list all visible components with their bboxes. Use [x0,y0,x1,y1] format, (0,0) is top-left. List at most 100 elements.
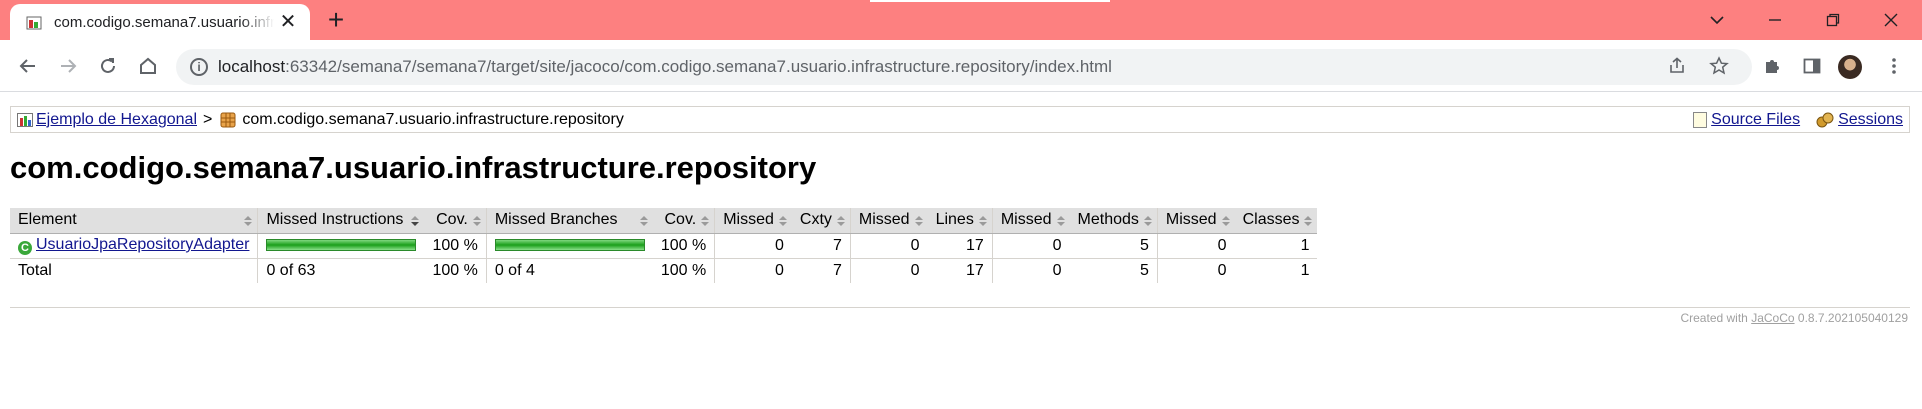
branches-bar-cell [485,233,653,259]
sort-icon [1304,216,1313,227]
extensions-puzzle-icon[interactable] [1758,52,1786,80]
header-lines[interactable]: Lines [927,208,993,234]
total-missed-cxty: 0 [714,257,792,283]
header-cxty[interactable]: Cxty [791,208,851,234]
sessions-icon [1816,112,1834,128]
missed-classes-cell: 0 [1156,233,1235,259]
report-icon [17,112,33,127]
jacoco-link[interactable]: JaCoCo [1751,311,1794,325]
branches-coverage-bar [494,239,645,252]
sort-icon [1221,216,1230,227]
bookmark-star-icon[interactable] [1708,56,1730,78]
header-missed-methods[interactable]: Missed [991,208,1070,234]
total-missed-classes: 0 [1156,257,1235,283]
total-branch-cov: 100 % [652,257,715,283]
total-classes: 1 [1234,257,1318,283]
cxty-cell: 7 [791,233,851,259]
sort-icon [1143,216,1152,227]
breadcrumb-report-link[interactable]: Ejemplo de Hexagonal [36,111,197,129]
header-missed-lines[interactable]: Missed [849,208,928,234]
site-info-icon[interactable]: i [190,58,208,76]
footer-prefix: Created with [1680,311,1748,325]
sort-icon [1056,216,1065,227]
header-branch-cov[interactable]: Cov. [652,208,715,234]
browser-toolbar: i localhost:63342/semana7/semana7/target… [0,40,1922,92]
lines-cell: 17 [927,233,993,259]
classes-cell: 1 [1234,233,1318,259]
profile-avatar[interactable] [1838,55,1862,79]
header-missed-instructions[interactable]: Missed Instructions [257,208,425,234]
element-cell: C UsuarioJpaRepositoryAdapter [10,233,258,259]
total-lines: 17 [927,257,993,283]
breadcrumb-package: com.codigo.semana7.usuario.infrastructur… [242,110,624,128]
top-strip [870,0,1110,2]
branch-cov-cell: 100 % [652,233,715,259]
total-row: Total 0 of 63 100 % 0 of 4 100 % 0 7 0 1… [10,257,1318,283]
class-link[interactable]: UsuarioJpaRepositoryAdapter [36,236,249,253]
total-cxty: 7 [791,257,851,283]
missed-methods-cell: 0 [991,233,1070,259]
breadcrumb: Ejemplo de Hexagonal > com.codigo.semana… [10,106,1910,133]
tab-search-chevron-down-icon[interactable] [1702,6,1732,34]
sessions-link[interactable]: Sessions [1838,111,1903,129]
total-label: Total [10,257,258,283]
header-missed-branches[interactable]: Missed Branches [485,208,653,234]
total-instr-cov: 100 % [424,257,487,283]
jacoco-favicon-icon [26,14,42,30]
footer-divider [10,307,1910,308]
minimize-icon[interactable] [1760,6,1790,34]
close-window-icon[interactable] [1876,6,1906,34]
back-arrow-icon[interactable] [14,52,42,80]
browser-tab[interactable]: com.codigo.semana7.usuario.infrastructur… [10,4,310,40]
source-files-link[interactable]: Source Files [1711,111,1800,129]
package-icon [220,112,236,128]
methods-cell: 5 [1069,233,1158,259]
header-classes[interactable]: Classes [1234,208,1318,234]
home-icon[interactable] [134,52,162,80]
table-row: C UsuarioJpaRepositoryAdapter 100 % 100 %… [10,233,1318,259]
class-icon: C [18,241,32,255]
menu-kebab-icon[interactable] [1880,52,1908,80]
header-instr-cov[interactable]: Cov. [424,208,487,234]
tab-title: com.codigo.semana7.usuario.infrastructur… [54,13,274,31]
footer-version: 0.8.7.202105040129 [1797,311,1908,325]
sort-icon [914,216,923,227]
header-element[interactable]: Element [10,208,258,234]
instructions-coverage-bar [266,239,417,252]
new-tab-icon[interactable]: + [322,6,350,35]
total-branches: 0 of 4 [485,257,653,283]
sort-icon [639,216,648,227]
total-missed-lines: 0 [849,257,928,283]
missed-cxty-cell: 0 [714,233,792,259]
tab-strip: com.codigo.semana7.usuario.infrastructur… [0,0,1922,40]
footer: Created with JaCoCo 0.8.7.202105040129 [1680,311,1908,325]
share-icon[interactable] [1666,56,1688,78]
close-tab-icon[interactable]: ✕ [278,12,298,32]
side-panel-icon[interactable] [1798,52,1826,80]
instr-cov-cell: 100 % [424,233,487,259]
coverage-table: Element Missed Instructions Cov. Missed … [10,208,1318,283]
instructions-bar-cell [257,233,425,259]
sort-icon [701,216,710,227]
total-methods: 5 [1069,257,1158,283]
header-methods[interactable]: Methods [1069,208,1158,234]
source-files-icon [1693,112,1708,128]
table-header-row: Element Missed Instructions Cov. Missed … [10,208,1318,234]
total-instructions: 0 of 63 [257,257,425,283]
sort-icon [472,216,481,227]
page-title: com.codigo.semana7.usuario.infrastructur… [10,150,817,185]
address-bar[interactable]: i localhost:63342/semana7/semana7/target… [176,49,1752,85]
restore-icon[interactable] [1818,6,1848,34]
breadcrumb-separator: > [203,110,213,128]
reload-icon[interactable] [94,52,122,80]
header-missed-cxty[interactable]: Missed [714,208,792,234]
breadcrumb-info-links: Source Files Sessions [1693,111,1903,129]
sort-desc-icon [411,216,420,227]
missed-lines-cell: 0 [849,233,928,259]
forward-arrow-icon[interactable] [54,52,82,80]
header-missed-classes[interactable]: Missed [1156,208,1235,234]
sort-icon [978,216,987,227]
sort-icon [244,216,253,227]
sort-icon [778,216,787,227]
url-text[interactable]: localhost:63342/semana7/semana7/target/s… [218,57,1112,77]
